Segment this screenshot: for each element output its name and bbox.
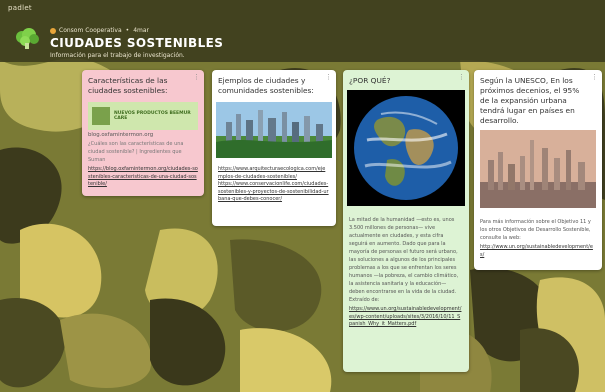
board-subtitle: Información para el trabajo de investiga… [50,52,185,59]
post-title: Según la UNESCO, En los próximos decenio… [480,76,580,125]
post-title: Características de las ciudades sostenib… [88,76,168,95]
post-body: La mitad de la humanidad —esto es, unos … [349,217,459,303]
post-link[interactable]: https://blog.oxfamintermon.org/ciudades-… [82,166,204,189]
post-link[interactable]: https://www.un.org/sustainabledevelopmen… [343,306,469,329]
link-preview-image[interactable]: NUEVOS PRODUCTOS BEEMUR CARE [88,102,198,130]
post-card[interactable]: ⋮ Ejemplos de ciudades y comunidades sos… [212,70,336,226]
author-name[interactable]: Consom Cooperativa [59,27,122,34]
post-card[interactable]: ⋮ Según la UNESCO, En los próximos decen… [474,70,602,270]
board-header: padlet Consom Cooperativa • 4mar CIUDADES … [0,0,605,62]
author-avatar [50,27,56,34]
earth-image [347,90,465,206]
city-skyline-image [216,102,332,158]
author-row: Consom Cooperativa • 4mar [50,27,149,34]
more-vertical-icon[interactable]: ⋮ [325,73,332,81]
preview-banner-text: NUEVOS PRODUCTOS BEEMUR CARE [114,111,191,121]
smog-city-image [480,130,596,208]
post-title: ¿POR QUÉ? [349,76,391,85]
more-vertical-icon[interactable]: ⋮ [193,73,200,81]
post-link[interactable]: https://www.conservacionlife.com/ciudade… [212,181,336,204]
post-link[interactable]: http://www.un.org/sustainabledevelopment… [474,244,602,259]
more-vertical-icon[interactable]: ⋮ [458,73,465,81]
post-link[interactable]: https://www.arquitecturaecologica.com/ej… [212,166,336,181]
post-title: Ejemplos de ciudades y comunidades soste… [218,76,314,95]
broccoli-avatar-icon [16,28,39,49]
more-vertical-icon[interactable]: ⋮ [591,73,598,81]
link-preview-url: blog.oxfamintermon.org [88,132,154,138]
post-card[interactable]: ⋮ Características de las ciudades sosten… [82,70,204,196]
app-brand[interactable]: padlet [8,4,32,12]
post-age: 4mar [133,27,149,34]
post-card[interactable]: ⋮ ¿POR QUÉ? La mitad de la humanidad —es… [343,70,469,372]
board-title: CIUDADES SOSTENIBLES [50,36,224,50]
product-thumbnail [92,107,110,125]
link-preview-description: ¿Cuáles son las características de una c… [88,141,184,163]
meta-separator: • [125,27,130,34]
post-body: Para más información sobre el Objetivo 1… [480,219,591,241]
